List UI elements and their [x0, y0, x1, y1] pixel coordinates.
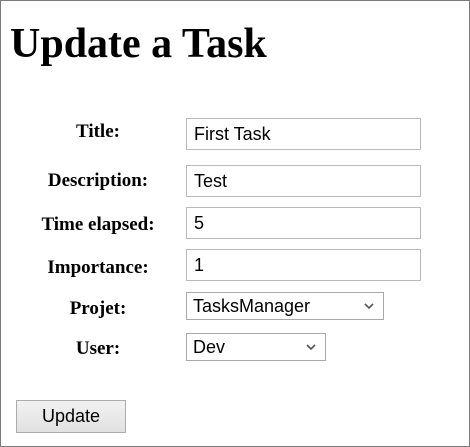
time-elapsed-label: Time elapsed:: [41, 214, 155, 235]
page-title: Update a Task: [10, 21, 267, 67]
update-button[interactable]: Update: [16, 400, 126, 433]
time-elapsed-field[interactable]: [186, 207, 421, 239]
title-label: Title:: [76, 121, 120, 142]
title-field[interactable]: [186, 118, 421, 150]
importance-label: Importance:: [47, 257, 149, 278]
chevron-down-icon: [364, 303, 374, 310]
description-field[interactable]: [186, 165, 421, 197]
project-label: Projet:: [69, 298, 127, 319]
description-label: Description:: [47, 170, 149, 191]
chevron-down-icon: [306, 344, 316, 351]
importance-field[interactable]: [186, 249, 421, 281]
project-select-value: TasksManager: [193, 295, 311, 316]
user-label: User:: [75, 338, 121, 359]
user-select[interactable]: Dev: [186, 333, 326, 361]
project-select[interactable]: TasksManager: [186, 292, 384, 320]
user-select-value: Dev: [193, 336, 226, 357]
